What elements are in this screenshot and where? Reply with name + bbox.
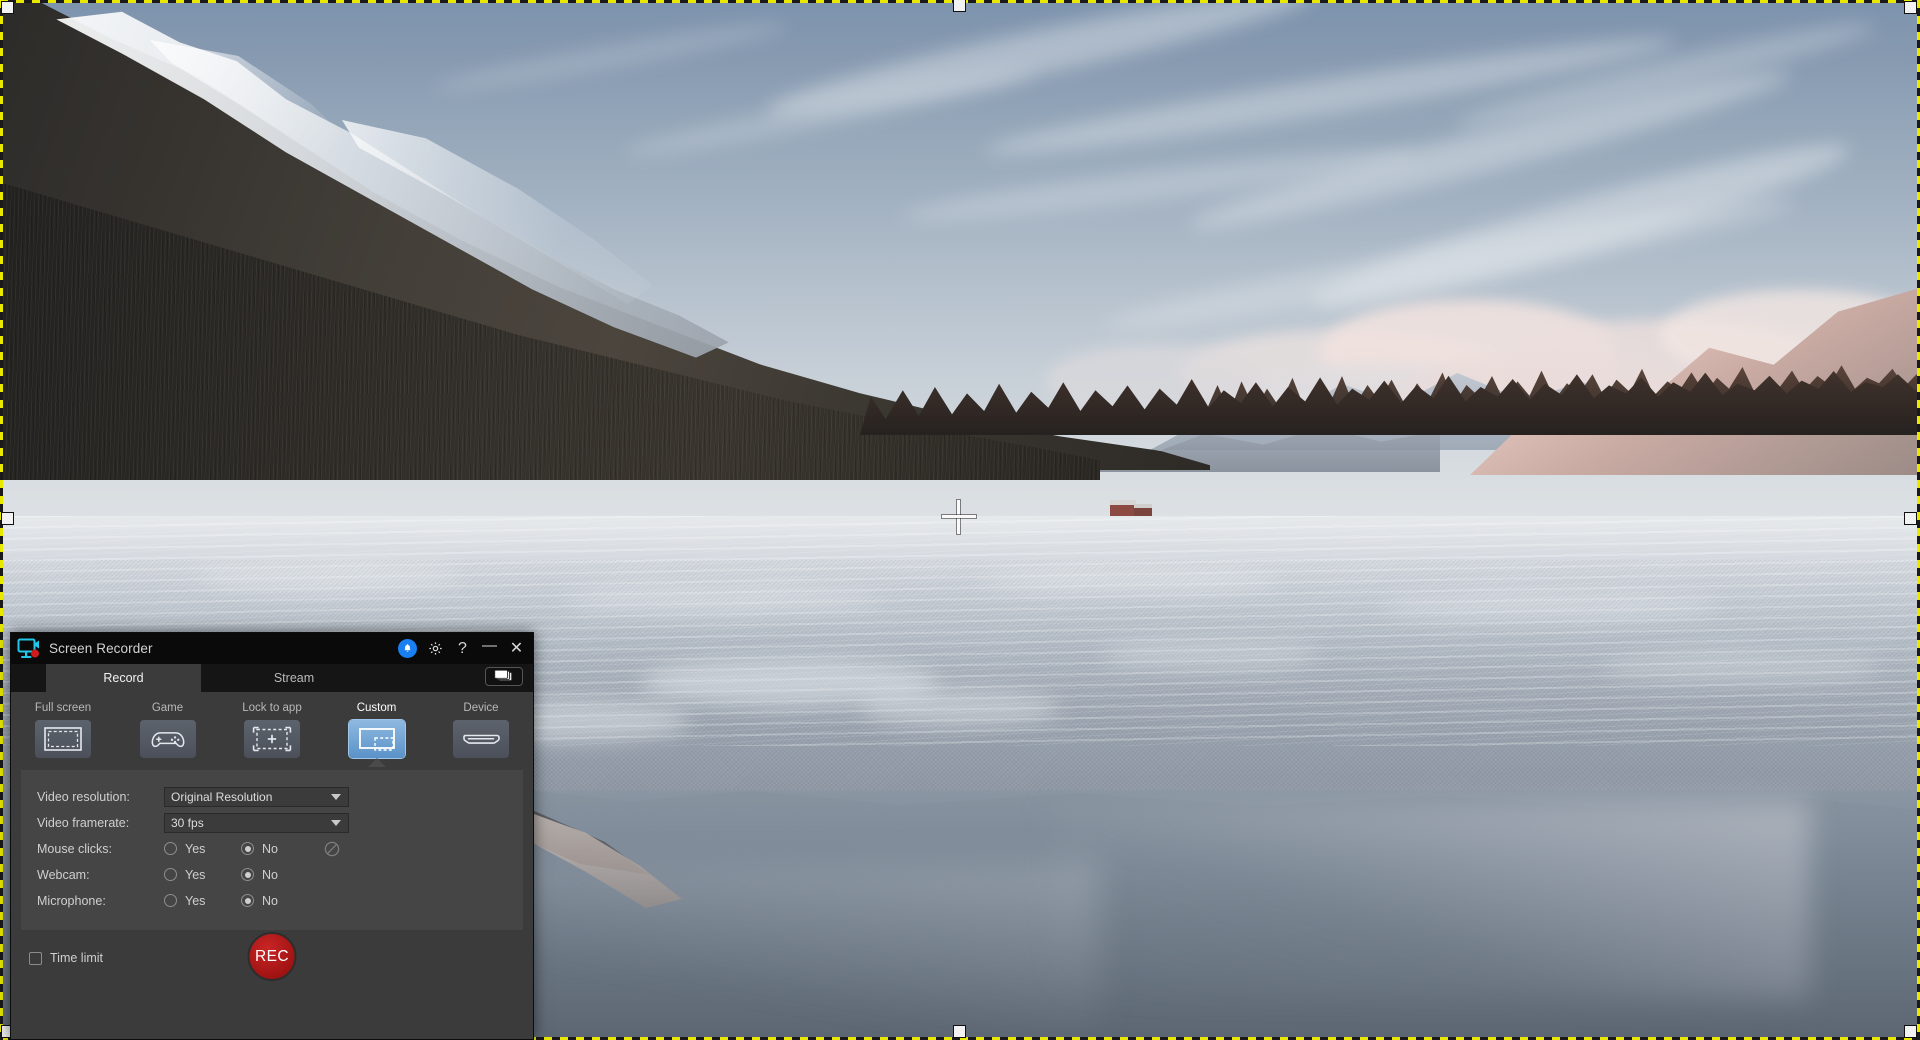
row-video-resolution: Video resolution: Original Resolution: [29, 784, 515, 809]
radio-label: No: [262, 893, 278, 908]
radio-button: [241, 894, 254, 907]
microphone-label: Microphone:: [37, 893, 106, 908]
radio-label: Yes: [185, 893, 206, 908]
snow-drift: [860, 690, 1060, 726]
mouse-clicks-yes[interactable]: Yes: [164, 842, 241, 856]
time-limit-label: Time limit: [50, 951, 104, 965]
water-sky-reflection: [1050, 800, 1810, 1000]
mouse-clicks-radio-group: Yes No: [164, 842, 278, 856]
screen-recorder-icon: [17, 638, 41, 660]
webcam-label: Webcam:: [37, 867, 90, 882]
device-hdmi-icon: [453, 720, 509, 758]
full-screen-icon: [35, 720, 91, 758]
video-resolution-value: Original Resolution: [171, 789, 273, 804]
settings-gear-icon[interactable]: [427, 640, 444, 657]
chevron-down-icon: [331, 819, 341, 826]
help-icon[interactable]: ?: [454, 640, 471, 657]
video-framerate-value: 30 fps: [171, 815, 204, 830]
mode-label: Lock to app: [242, 702, 302, 714]
titlebar-controls: ? — ✕: [398, 638, 525, 658]
lock-to-app-icon: [244, 720, 300, 758]
mode-full-screen[interactable]: Full screen: [17, 702, 109, 758]
lakeside-cabin: [1110, 500, 1136, 516]
mouse-clicks-no[interactable]: No: [241, 842, 278, 856]
snow-drift: [1100, 640, 1320, 670]
recording-settings-panel: Video resolution: Original Resolution Vi…: [21, 770, 523, 930]
video-framerate-label: Video framerate:: [37, 815, 130, 830]
microphone-radio-group: Yes No: [164, 894, 278, 908]
mode-label: Game: [151, 702, 184, 714]
radio-button: [241, 868, 254, 881]
mode-lock-to-app[interactable]: Lock to app: [226, 702, 318, 758]
time-limit-checkbox[interactable]: Time limit: [29, 951, 103, 965]
window-title: Screen Recorder: [49, 641, 153, 656]
tab-stream[interactable]: Stream: [201, 664, 387, 692]
radio-label: No: [262, 867, 278, 882]
microphone-no[interactable]: No: [241, 894, 278, 908]
radio-button: [241, 842, 254, 855]
capture-mode-row: Full screen Game Lock to app Custom Devi…: [11, 692, 533, 767]
water-sky-reflection: [480, 860, 1100, 1030]
mode-caret: [367, 758, 386, 767]
row-video-framerate: Video framerate: 30 fps: [29, 810, 515, 835]
video-resolution-select[interactable]: Original Resolution: [164, 786, 349, 807]
mode-game[interactable]: Game: [122, 702, 214, 758]
row-mouse-clicks: Mouse clicks: Yes No: [29, 836, 515, 861]
mode-label: Full screen: [34, 702, 92, 714]
snow-drift: [1600, 650, 1880, 684]
row-microphone: Microphone: Yes No: [29, 888, 515, 913]
mode-label: Device: [463, 702, 499, 714]
notifications-icon[interactable]: [398, 639, 417, 658]
microphone-yes[interactable]: Yes: [164, 894, 241, 908]
radio-label: Yes: [185, 867, 206, 882]
video-resolution-label: Video resolution:: [37, 789, 130, 804]
row-webcam: Webcam: Yes No: [29, 862, 515, 887]
close-icon[interactable]: ✕: [508, 640, 525, 657]
mouse-clicks-label: Mouse clicks:: [37, 841, 113, 856]
radio-button: [164, 894, 177, 907]
webcam-yes[interactable]: Yes: [164, 868, 241, 882]
lakeside-cabin: [1134, 504, 1152, 516]
mode-custom[interactable]: Custom: [331, 702, 423, 767]
window-footer: Time limit REC: [11, 930, 533, 986]
radio-label: No: [262, 841, 278, 856]
video-framerate-select[interactable]: 30 fps: [164, 812, 349, 833]
mode-label: Custom: [356, 702, 397, 714]
checkbox-box: [29, 951, 42, 965]
gamepad-icon: [139, 720, 196, 758]
radio-label: Yes: [185, 841, 206, 856]
tab-record[interactable]: Record: [46, 664, 201, 692]
main-tabs: Record Stream: [11, 664, 533, 692]
webcam-radio-group: Yes No: [164, 868, 278, 882]
webcam-no[interactable]: No: [241, 868, 278, 882]
chevron-down-icon: [331, 793, 341, 800]
projector-icon[interactable]: [485, 667, 523, 686]
screen-recorder-window[interactable]: Screen Recorder ? — ✕ Record Stream Full…: [10, 632, 534, 1040]
window-titlebar[interactable]: Screen Recorder ? — ✕: [11, 633, 533, 664]
radio-button: [164, 842, 177, 855]
mode-device[interactable]: Device: [435, 702, 527, 758]
record-button[interactable]: REC: [247, 932, 297, 981]
minimize-icon[interactable]: —: [481, 638, 498, 657]
custom-region-icon: [348, 720, 405, 758]
radio-button: [164, 868, 177, 881]
no-clicks-icon: [324, 841, 340, 857]
